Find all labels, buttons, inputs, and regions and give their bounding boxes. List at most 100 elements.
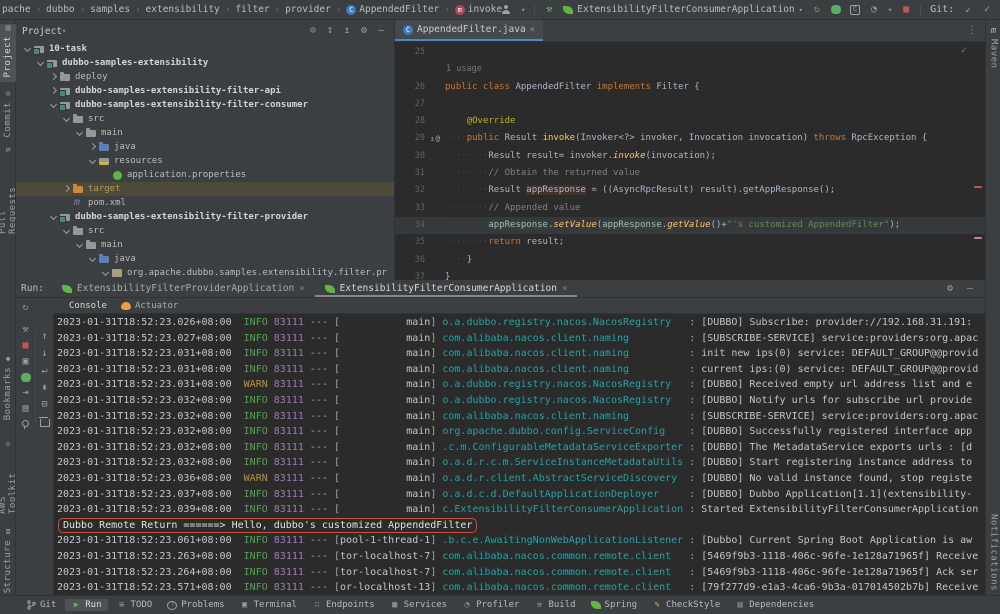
tree-row-org.apache.dubbo.samples.extensibility.filter.pr[interactable]: org.apache.dubbo.samples.extensibility.f…	[16, 266, 394, 280]
breadcrumb-item-pache[interactable]: pache	[2, 4, 31, 15]
down-icon[interactable]: ↓	[40, 349, 50, 359]
tool-stripe-aws-toolkit[interactable]: ◇AWS Toolkit	[0, 440, 16, 514]
tree-row-src[interactable]: src	[16, 112, 394, 126]
editor-tab-appendedfilter[interactable]: C AppendedFilter.java ×	[395, 20, 543, 41]
view-tab-console[interactable]: Console	[69, 301, 107, 311]
view-tab-actuator[interactable]: Actuator	[121, 301, 178, 311]
stop-icon[interactable]: ■	[21, 341, 31, 351]
locate-icon[interactable]: ⊙	[308, 26, 318, 36]
stop-icon[interactable]: ■	[901, 5, 911, 15]
tool-stripe-bookmarks[interactable]: ◆Bookmarks	[0, 355, 16, 417]
override-marker-icon[interactable]: ↥	[430, 130, 435, 147]
tree-row-10-task[interactable]: 10-task	[16, 42, 394, 56]
statusbar-item-services[interactable]: ▦Services	[384, 599, 453, 611]
statusbar-item-run[interactable]: ▶Run	[65, 599, 107, 611]
coverage-icon[interactable]	[850, 5, 860, 15]
tree-open-chevron-icon[interactable]	[74, 240, 85, 250]
tree-open-chevron-icon[interactable]	[61, 114, 72, 124]
chevron-down-icon[interactable]: ▾	[521, 6, 525, 14]
clear-icon[interactable]	[40, 419, 50, 427]
breadcrumb-item-provider[interactable]: provider	[285, 4, 331, 15]
tool-stripe-structure[interactable]: ≣Structure	[0, 528, 16, 594]
close-icon[interactable]: ×	[299, 284, 304, 294]
tree-open-chevron-icon[interactable]	[48, 212, 59, 222]
tree-row-pom.xml[interactable]: pom.xml	[16, 196, 394, 210]
code-line-25[interactable]: 25	[395, 44, 985, 61]
tree-row-src[interactable]: src	[16, 224, 394, 238]
more-options-icon[interactable]: ⋮	[967, 25, 985, 36]
statusbar-item-terminal[interactable]: ▣Terminal	[234, 599, 303, 611]
run-icon[interactable]: ↻	[812, 5, 822, 15]
tree-row-dubbo-samples-extensibility-filter-consumer[interactable]: dubbo-samples-extensibility-filter-consu…	[16, 98, 394, 112]
tree-row-main[interactable]: main	[16, 126, 394, 140]
expand-all-icon[interactable]: ↧	[325, 26, 335, 36]
tree-open-chevron-icon[interactable]	[48, 100, 59, 110]
minimize-icon[interactable]: —	[965, 284, 975, 294]
close-icon[interactable]: ×	[530, 25, 535, 35]
soft-wrap-icon[interactable]: ↵	[40, 366, 50, 376]
up-icon[interactable]: ↑	[40, 332, 50, 342]
code-area[interactable]: 251 usage26public class AppendedFilter i…	[395, 42, 985, 280]
breadcrumb-item-dubbo[interactable]: dubbo	[46, 4, 75, 15]
user-icon[interactable]	[502, 5, 512, 14]
tree-row-java[interactable]: java	[16, 140, 394, 154]
attach-debugger-icon[interactable]	[21, 373, 31, 382]
code-line-34[interactable]: 34········appResponse.setValue(appRespon…	[395, 217, 985, 234]
debug-icon[interactable]	[831, 5, 841, 14]
tool-stripe-commit[interactable]: ⊙Commit	[0, 90, 16, 138]
wrench-icon[interactable]: ⚒	[21, 325, 31, 335]
annotation-marker-icon[interactable]: @	[436, 130, 441, 147]
thread-dump-icon[interactable]: ▣	[21, 357, 31, 367]
tree-closed-chevron-icon[interactable]	[61, 184, 72, 194]
maven-tool-button[interactable]: m Maven	[986, 26, 1000, 69]
run-tab-extensibilityfilterproviderapplication[interactable]: ExtensibilityFilterProviderApplication×	[52, 280, 315, 297]
tool-stripe-project[interactable]: ▤Project	[0, 24, 16, 82]
code-line-31[interactable]: 31········// Obtain the returned value	[395, 165, 985, 182]
tool-stripe-pull-requests[interactable]: ⇄Pull Requests	[0, 146, 16, 234]
hide-icon[interactable]: —	[376, 26, 386, 36]
update-icon[interactable]: ↙	[963, 5, 973, 15]
pin-icon[interactable]	[21, 420, 31, 429]
tree-row-main[interactable]: main	[16, 238, 394, 252]
scroll-to-end-icon[interactable]: ⇟	[40, 383, 50, 393]
console-output[interactable]: 2023-01-31T18:52:23.026+08:00 INFO 83111…	[53, 313, 985, 595]
tree-row-java[interactable]: java	[16, 252, 394, 266]
detach-icon[interactable]: ⇥	[21, 388, 31, 398]
commit-icon[interactable]: ✓	[982, 5, 992, 15]
tree-open-chevron-icon[interactable]	[87, 254, 98, 264]
code-line-32[interactable]: 32········Result appResponse = ((AsyncRp…	[395, 182, 985, 199]
tree-row-resources[interactable]: resources	[16, 154, 394, 168]
breadcrumb-item-appendedfilter[interactable]: CAppendedFilter	[346, 4, 439, 15]
tree-row-deploy[interactable]: deploy	[16, 70, 394, 84]
tree-row-dubbo-samples-extensibility-filter-provider[interactable]: dubbo-samples-extensibility-filter-provi…	[16, 210, 394, 224]
tree-open-chevron-icon[interactable]	[61, 226, 72, 236]
settings-icon[interactable]: ⚙	[945, 284, 955, 294]
build-hammer-icon[interactable]: ⚒	[544, 5, 554, 15]
statusbar-item-problems[interactable]: Problems	[161, 599, 230, 611]
code-line-33[interactable]: 33········// Appended value	[395, 200, 985, 217]
code-line-28[interactable]: 28····@Override	[395, 113, 985, 130]
tree-open-chevron-icon[interactable]	[100, 268, 111, 278]
statusbar-item-dependencies[interactable]: ▤Dependencies	[729, 599, 820, 611]
code-line-30[interactable]: 30········Result result= invoker.invoke(…	[395, 148, 985, 165]
statusbar-item-profiler[interactable]: ◔Profiler	[456, 599, 525, 611]
tree-closed-chevron-icon[interactable]	[48, 86, 59, 96]
breadcrumb-item-invoke[interactable]: minvoke	[455, 4, 502, 15]
breadcrumb-item-filter[interactable]: filter	[235, 4, 269, 15]
breadcrumb-item-samples[interactable]: samples	[90, 4, 130, 15]
code-line-26[interactable]: 26public class AppendedFilter implements…	[395, 79, 985, 96]
close-icon[interactable]: ×	[562, 284, 567, 294]
statusbar-item-endpoints[interactable]: ∷Endpoints	[306, 599, 381, 611]
tree-closed-chevron-icon[interactable]	[87, 142, 98, 152]
statusbar-item-git[interactable]: Git	[20, 599, 62, 611]
statusbar-item-spring[interactable]: Spring	[585, 599, 644, 611]
inspection-ok-icon[interactable]: ✓	[961, 45, 967, 56]
tree-open-chevron-icon[interactable]	[22, 44, 33, 54]
print-icon[interactable]: ⊟	[40, 400, 50, 410]
tree-row-dubbo-samples-extensibility-filter-api[interactable]: dubbo-samples-extensibility-filter-api	[16, 84, 394, 98]
tree-open-chevron-icon[interactable]	[74, 128, 85, 138]
project-panel-title[interactable]: Project	[22, 26, 62, 37]
breadcrumb-item-extensibility[interactable]: extensibility	[146, 4, 220, 15]
code-line-35[interactable]: 35········return result;	[395, 234, 985, 251]
code-line-29[interactable]: 29↥@····public Result invoke(Invoker<?> …	[395, 130, 985, 147]
